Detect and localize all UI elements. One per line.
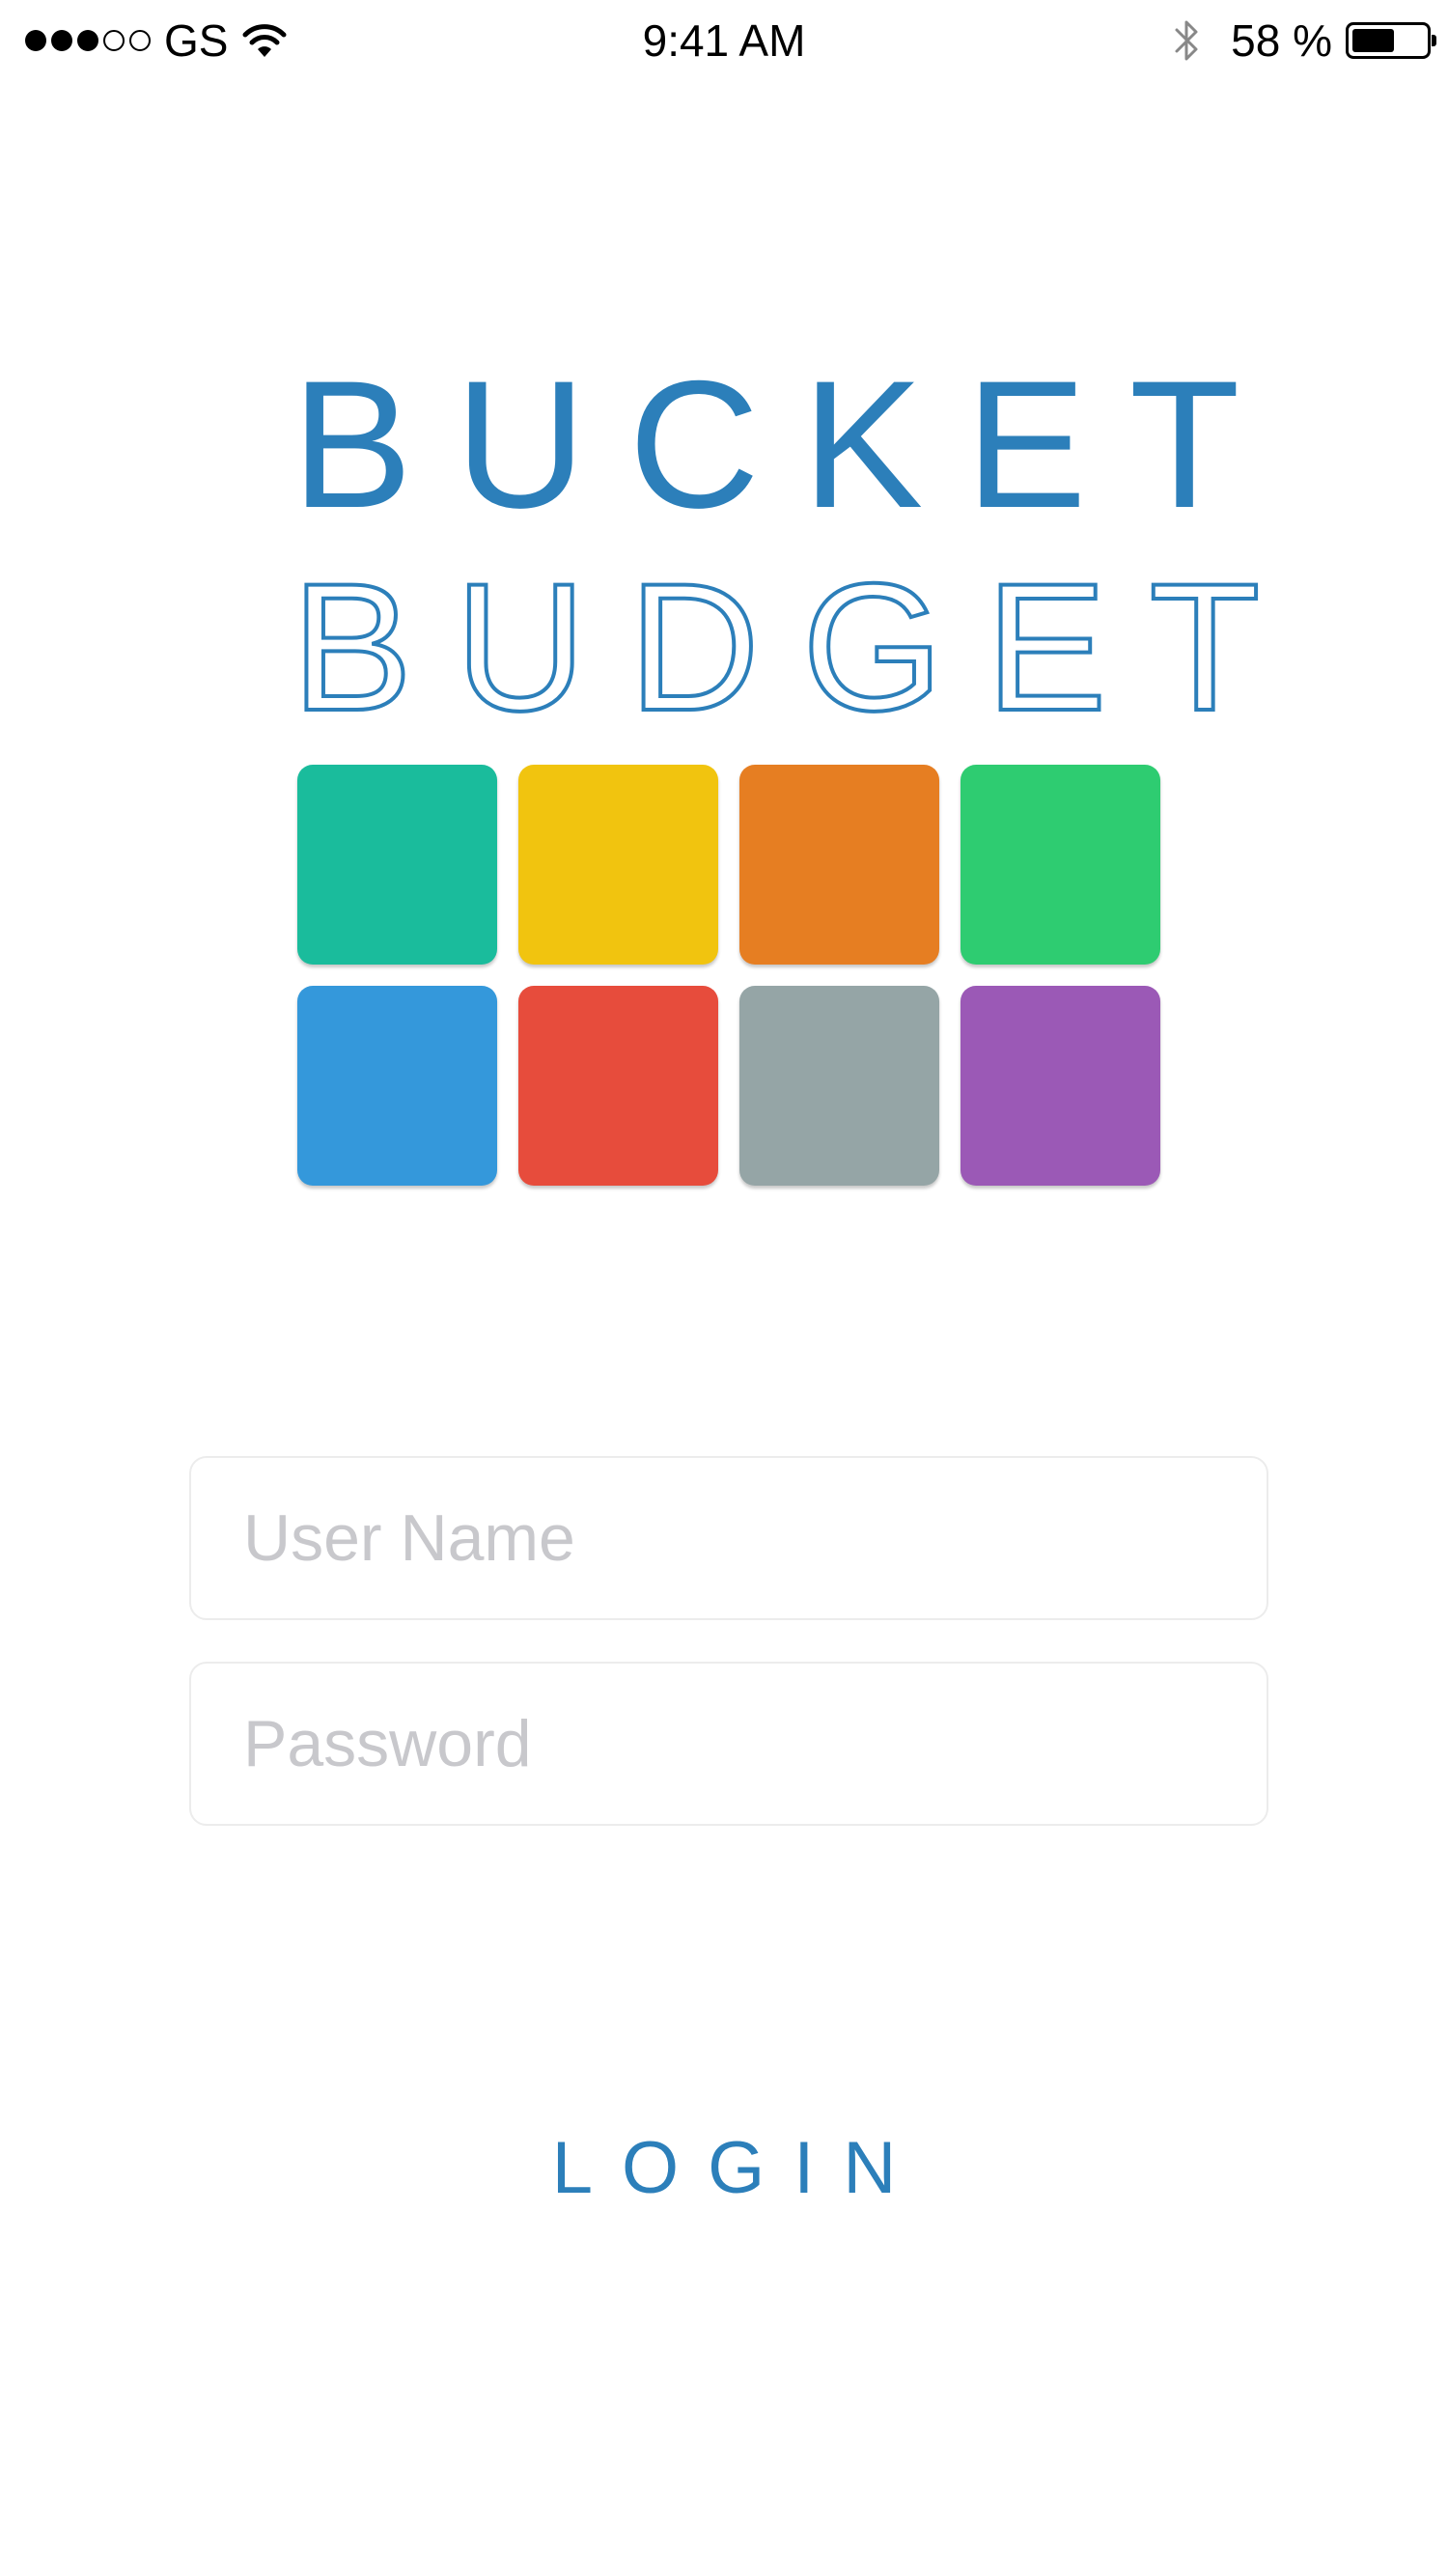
logo-tile [739,986,939,1186]
password-input[interactable] [189,1662,1268,1826]
login-button[interactable]: LOGIN [434,2105,1014,2230]
status-bar: GS 9:41 AM 58 % [0,0,1448,81]
logo-tile [297,986,497,1186]
logo-tile [961,765,1160,965]
logo-tile [961,986,1160,1186]
logo-tile [297,765,497,965]
battery-icon [1346,22,1436,59]
status-right: 58 % [1173,14,1436,68]
logo-title-bucket: BUCKET [292,343,1283,546]
battery-nub [1432,35,1436,46]
bluetooth-icon [1173,16,1202,65]
logo-tile [739,765,939,965]
username-input[interactable] [189,1456,1268,1620]
battery-level [1352,29,1394,52]
logo-tile [518,765,718,965]
logo-tile [518,986,718,1186]
battery-percentage: 58 % [1231,15,1332,66]
logo-title-budget: BUDGET [290,546,1303,748]
logo-color-tiles [297,765,1166,1186]
